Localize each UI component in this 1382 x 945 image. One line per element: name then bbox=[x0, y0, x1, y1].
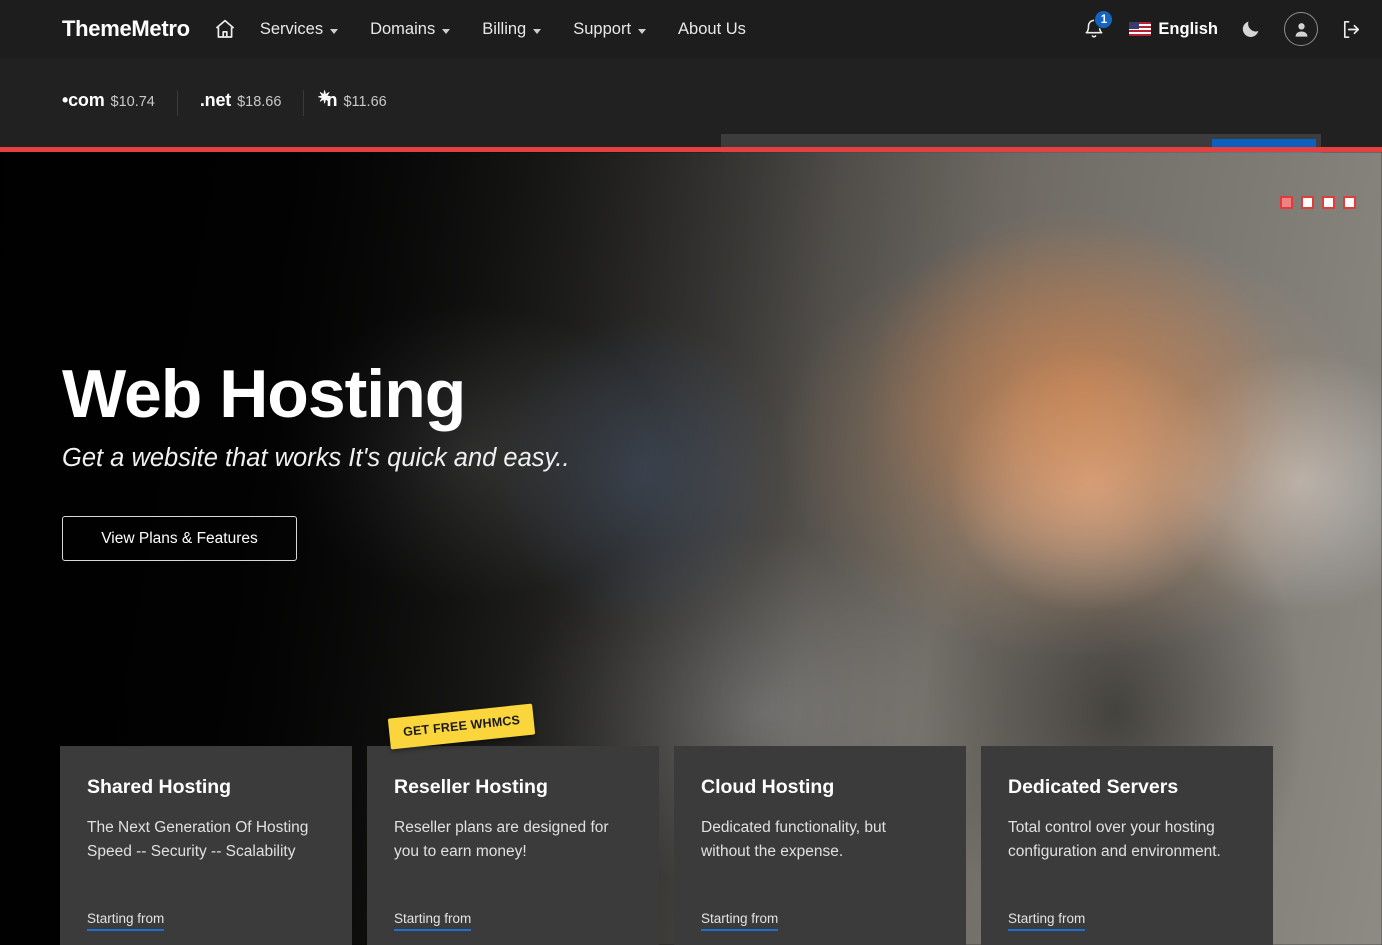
hero-banner: Web Hosting Get a website that works It'… bbox=[0, 152, 1382, 945]
primary-nav-links: Services Domains Billing Support About U… bbox=[260, 20, 746, 39]
product-card-dedicated-servers[interactable]: Dedicated Servers Total control over you… bbox=[981, 746, 1273, 945]
notification-count-badge: 1 bbox=[1094, 10, 1113, 29]
home-icon[interactable] bbox=[212, 16, 238, 42]
tld-price: $11.66 bbox=[343, 94, 386, 110]
hero-title: Web Hosting bbox=[62, 360, 465, 428]
product-card-reseller-hosting[interactable]: GET FREE WHMCS Reseller Hosting Reseller… bbox=[367, 746, 659, 945]
tld-price-list: •com $10.74 .net $18.66 n $11.66 bbox=[62, 58, 387, 148]
card-starting-from-link[interactable]: Starting from bbox=[394, 911, 471, 931]
view-plans-button[interactable]: View Plans & Features bbox=[62, 516, 297, 561]
nav-item-about-us[interactable]: About Us bbox=[678, 20, 746, 39]
card-starting-from-link[interactable]: Starting from bbox=[87, 911, 164, 931]
notifications-button[interactable]: 1 bbox=[1077, 12, 1111, 46]
nav-item-services[interactable]: Services bbox=[260, 20, 338, 39]
card-description: Dedicated functionality, but without the… bbox=[701, 816, 939, 864]
card-title: Shared Hosting bbox=[87, 776, 325, 799]
carousel-dot-2[interactable] bbox=[1301, 196, 1314, 209]
card-title: Reseller Hosting bbox=[394, 776, 632, 799]
nav-item-label: Billing bbox=[482, 20, 526, 39]
nav-item-label: Support bbox=[573, 20, 631, 39]
chevron-down-icon bbox=[442, 29, 450, 34]
product-card-shared-hosting[interactable]: Shared Hosting The Next Generation Of Ho… bbox=[60, 746, 352, 945]
logout-icon[interactable] bbox=[1338, 16, 1364, 42]
brand-logo[interactable]: ThemeMetro bbox=[62, 16, 190, 42]
card-title: Cloud Hosting bbox=[701, 776, 939, 799]
carousel-dot-3[interactable] bbox=[1322, 196, 1335, 209]
tld-price: $10.74 bbox=[111, 94, 155, 110]
tld-name: n bbox=[326, 90, 337, 111]
nav-item-billing[interactable]: Billing bbox=[482, 20, 541, 39]
nav-item-domains[interactable]: Domains bbox=[370, 20, 450, 39]
chevron-down-icon bbox=[638, 29, 646, 34]
nav-item-label: Services bbox=[260, 20, 323, 39]
card-starting-from-link[interactable]: Starting from bbox=[1008, 911, 1085, 931]
nav-item-support[interactable]: Support bbox=[573, 20, 646, 39]
tld-price: $18.66 bbox=[237, 94, 281, 110]
tld-item-net[interactable]: .net $18.66 bbox=[200, 90, 305, 116]
carousel-dot-1[interactable] bbox=[1280, 196, 1293, 209]
carousel-indicators bbox=[1280, 196, 1356, 209]
chevron-down-icon bbox=[533, 29, 541, 34]
chevron-down-icon bbox=[330, 29, 338, 34]
card-title: Dedicated Servers bbox=[1008, 776, 1246, 799]
tld-name: .net bbox=[200, 90, 231, 111]
hosting-product-cards: Shared Hosting The Next Generation Of Ho… bbox=[0, 746, 1382, 945]
card-starting-from-link[interactable]: Starting from bbox=[701, 911, 778, 931]
nav-item-label: Domains bbox=[370, 20, 435, 39]
hero-subtitle: Get a website that works It's quick and … bbox=[62, 444, 570, 473]
domain-search-bar: •com $10.74 .net $18.66 n $11.66 Search bbox=[0, 58, 1382, 148]
language-selector[interactable]: English bbox=[1129, 20, 1218, 39]
user-avatar[interactable] bbox=[1284, 12, 1318, 46]
card-description: Reseller plans are designed for you to e… bbox=[394, 816, 632, 864]
carousel-dot-4[interactable] bbox=[1343, 196, 1356, 209]
tld-item-com[interactable]: •com $10.74 bbox=[62, 90, 178, 116]
product-card-cloud-hosting[interactable]: Cloud Hosting Dedicated functionality, b… bbox=[674, 746, 966, 945]
language-label: English bbox=[1158, 20, 1218, 39]
nav-item-label: About Us bbox=[678, 20, 746, 39]
us-flag-icon bbox=[1129, 22, 1151, 36]
card-description: Total control over your hosting configur… bbox=[1008, 816, 1246, 864]
moon-icon[interactable] bbox=[1238, 16, 1264, 42]
tld-name: •com bbox=[62, 90, 105, 111]
tld-item-third[interactable]: n $11.66 bbox=[326, 90, 386, 116]
card-description: The Next Generation Of Hosting Speed -- … bbox=[87, 816, 325, 864]
top-navigation-bar: ThemeMetro Services Domains Billing Supp… bbox=[0, 0, 1382, 58]
nav-right-actions: 1 English bbox=[1077, 0, 1364, 58]
